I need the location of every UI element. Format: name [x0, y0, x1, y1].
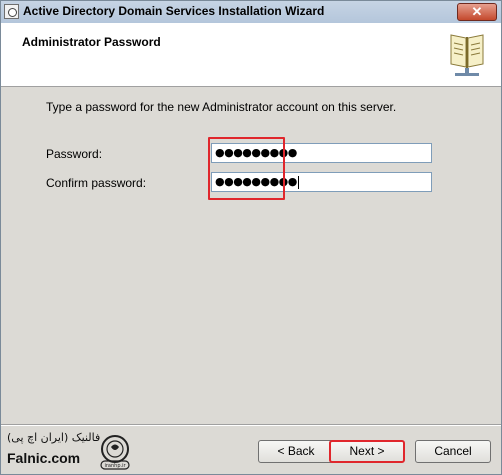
window-title: Active Directory Domain Services Install… [23, 4, 325, 18]
close-button[interactable]: ✕ [457, 3, 497, 21]
password-highlight-box [208, 137, 285, 200]
svg-text:iranhp.ir: iranhp.ir [104, 463, 126, 469]
text-caret [297, 175, 299, 189]
footer-divider [1, 424, 501, 426]
back-button[interactable]: < Back [258, 440, 334, 463]
wizard-header: Administrator Password [1, 23, 501, 87]
wizard-window: Active Directory Domain Services Install… [0, 0, 502, 475]
confirm-password-label: Confirm password: [46, 176, 147, 190]
next-button[interactable]: Next > [329, 440, 405, 463]
password-label: Password: [46, 147, 103, 161]
intro-text: Type a password for the new Administrato… [46, 100, 397, 114]
watermark-script: فالنیک (ایران اچ پی) [7, 431, 101, 444]
watermark-logo: فالنیک (ایران اچ پی) Falnic.com iranhp.i… [7, 431, 137, 471]
page-title: Administrator Password [22, 35, 161, 49]
watermark-brand: Falnic.com [7, 450, 81, 466]
cancel-button[interactable]: Cancel [415, 440, 491, 463]
app-icon [4, 4, 19, 19]
title-bar: Active Directory Domain Services Install… [1, 1, 501, 24]
seal-icon: iranhp.ir [100, 435, 130, 470]
book-icon [450, 34, 484, 76]
